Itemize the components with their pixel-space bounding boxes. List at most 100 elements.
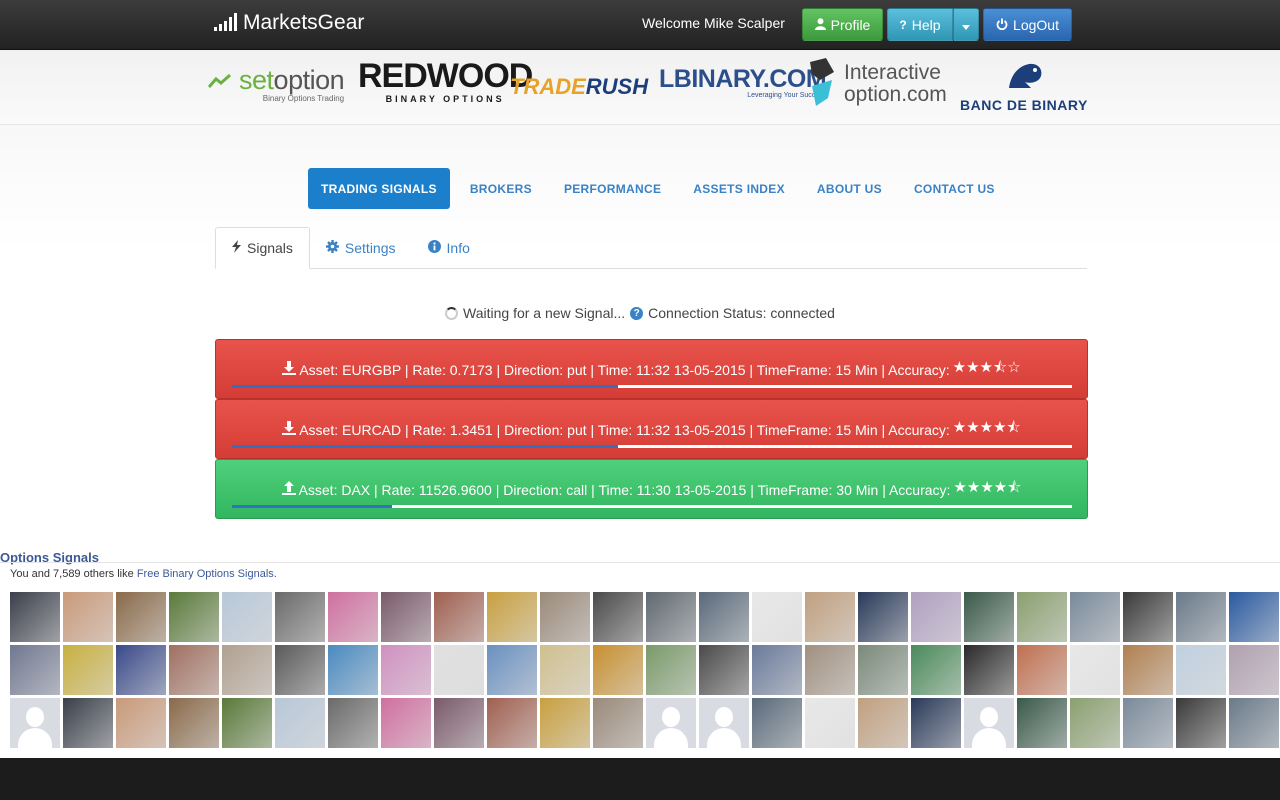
fb-friend-avatar[interactable] [752, 698, 802, 748]
fb-friend-avatar[interactable] [63, 698, 113, 748]
signal-progress [232, 385, 1072, 388]
fb-friend-avatar[interactable] [328, 592, 378, 642]
signal-progress [232, 505, 1072, 508]
fb-friend-avatar[interactable] [222, 592, 272, 642]
tab-info[interactable]: Info [412, 227, 486, 269]
fb-friend-avatar[interactable] [1176, 645, 1226, 695]
fb-friend-avatar[interactable] [275, 592, 325, 642]
fb-friend-avatar[interactable] [1070, 645, 1120, 695]
fb-friend-avatar[interactable] [964, 645, 1014, 695]
fb-friend-avatar[interactable] [540, 592, 590, 642]
lbinary-logo[interactable]: LBINARY.COM Leveraging Your Success [659, 65, 827, 99]
fb-friend-avatar[interactable] [858, 592, 908, 642]
fb-friend-avatar[interactable] [487, 592, 537, 642]
fb-friend-avatar[interactable] [434, 698, 484, 748]
fb-friend-avatar[interactable] [381, 698, 431, 748]
fb-friend-avatar[interactable] [1070, 592, 1120, 642]
fb-friend-avatar[interactable] [63, 645, 113, 695]
redwood-logo[interactable]: REDWOOD BINARY OPTIONS [358, 58, 533, 104]
fb-friend-avatar[interactable] [1229, 645, 1279, 695]
traderush-logo[interactable]: TRADERUSH [510, 74, 648, 100]
fb-friend-avatar[interactable] [116, 698, 166, 748]
fb-friend-avatar[interactable] [699, 645, 749, 695]
fb-friend-avatar[interactable] [10, 592, 60, 642]
fb-friend-avatar[interactable] [1070, 698, 1120, 748]
fb-friend-avatar[interactable] [593, 592, 643, 642]
fb-friend-avatar[interactable] [752, 645, 802, 695]
fb-friend-avatar[interactable] [1123, 592, 1173, 642]
fb-friend-avatar[interactable] [646, 592, 696, 642]
nav-performance[interactable]: PERFORMANCE [548, 168, 677, 209]
nav-brokers[interactable]: BROKERS [454, 168, 548, 209]
fb-friend-avatar[interactable] [1123, 645, 1173, 695]
profile-button[interactable]: Profile [802, 8, 883, 41]
fb-friend-avatar[interactable] [805, 592, 855, 642]
fb-friend-avatar[interactable] [911, 592, 961, 642]
fb-friend-avatar[interactable] [699, 698, 749, 748]
banc-de-binary-logo[interactable]: BANC DE BINARY [960, 60, 1088, 113]
fb-friend-avatar[interactable] [540, 698, 590, 748]
setoption-logo[interactable]: setoption Binary Options Trading [207, 65, 345, 103]
fb-friend-avatar[interactable] [434, 645, 484, 695]
fb-friend-avatar[interactable] [1176, 698, 1226, 748]
fb-friend-avatar[interactable] [1017, 698, 1067, 748]
fb-friend-avatar[interactable] [328, 698, 378, 748]
fb-friend-avatar[interactable] [1229, 698, 1279, 748]
signal-row[interactable]: Asset: EURGBP | Rate: 0.7173 | Direction… [215, 339, 1088, 399]
fb-friend-avatar[interactable] [1123, 698, 1173, 748]
fb-friend-avatar[interactable] [593, 698, 643, 748]
fb-friend-avatar[interactable] [169, 592, 219, 642]
fb-friend-avatar[interactable] [381, 645, 431, 695]
waiting-text: Waiting for a new Signal... [463, 305, 626, 321]
fb-friend-avatar[interactable] [116, 592, 166, 642]
fb-friend-avatar[interactable] [10, 698, 60, 748]
fb-friend-avatar[interactable] [381, 592, 431, 642]
fb-friend-avatar[interactable] [222, 645, 272, 695]
fb-page-link[interactable]: Free Binary Options Signals. [137, 568, 277, 580]
fb-friend-avatar[interactable] [858, 698, 908, 748]
nav-contact-us[interactable]: CONTACT US [898, 168, 1011, 209]
fb-friend-avatar[interactable] [964, 698, 1014, 748]
tab-settings[interactable]: Settings [310, 227, 412, 269]
question-circle-icon[interactable]: ? [630, 306, 644, 320]
fb-friend-avatar[interactable] [63, 592, 113, 642]
fb-friend-avatar[interactable] [10, 645, 60, 695]
fb-friend-avatar[interactable] [1017, 592, 1067, 642]
signal-row[interactable]: Asset: EURCAD | Rate: 1.3451 | Direction… [215, 399, 1088, 459]
help-button[interactable]: ? Help [887, 8, 953, 41]
fb-friend-avatar[interactable] [169, 645, 219, 695]
fb-friend-avatar[interactable] [699, 592, 749, 642]
fb-friend-avatar[interactable] [805, 645, 855, 695]
fb-friend-avatar[interactable] [487, 698, 537, 748]
fb-friend-avatar[interactable] [487, 645, 537, 695]
fb-friend-avatar[interactable] [911, 698, 961, 748]
help-dropdown-toggle[interactable] [953, 8, 979, 41]
fb-friend-avatar[interactable] [1017, 645, 1067, 695]
fb-friend-avatar[interactable] [858, 645, 908, 695]
interactive-option-logo[interactable]: Interactive option.com [806, 58, 947, 110]
nav-about-us[interactable]: ABOUT US [801, 168, 898, 209]
fb-friend-avatar[interactable] [169, 698, 219, 748]
fb-friend-avatar[interactable] [116, 645, 166, 695]
fb-friend-avatar[interactable] [275, 698, 325, 748]
fb-friend-avatar[interactable] [328, 645, 378, 695]
fb-friend-avatar[interactable] [911, 645, 961, 695]
fb-friend-avatar[interactable] [1176, 592, 1226, 642]
signal-row[interactable]: Asset: DAX | Rate: 11526.9600 | Directio… [215, 459, 1088, 519]
fb-friend-avatar[interactable] [964, 592, 1014, 642]
fb-friend-avatar[interactable] [1229, 592, 1279, 642]
fb-friend-avatar[interactable] [805, 698, 855, 748]
fb-friend-avatar[interactable] [434, 592, 484, 642]
fb-friend-avatar[interactable] [646, 645, 696, 695]
fb-friend-avatar[interactable] [222, 698, 272, 748]
nav-assets-index[interactable]: ASSETS INDEX [677, 168, 801, 209]
tab-signals[interactable]: Signals [215, 227, 310, 269]
nav-trading-signals[interactable]: TRADING SIGNALS [308, 168, 450, 209]
fb-friend-avatar[interactable] [752, 592, 802, 642]
fb-friend-avatar[interactable] [275, 645, 325, 695]
fb-friend-avatar[interactable] [540, 645, 590, 695]
fb-friend-avatar[interactable] [646, 698, 696, 748]
brand-logo[interactable]: MarketsGear [214, 11, 364, 35]
fb-friend-avatar[interactable] [593, 645, 643, 695]
logout-button[interactable]: LogOut [983, 8, 1072, 41]
